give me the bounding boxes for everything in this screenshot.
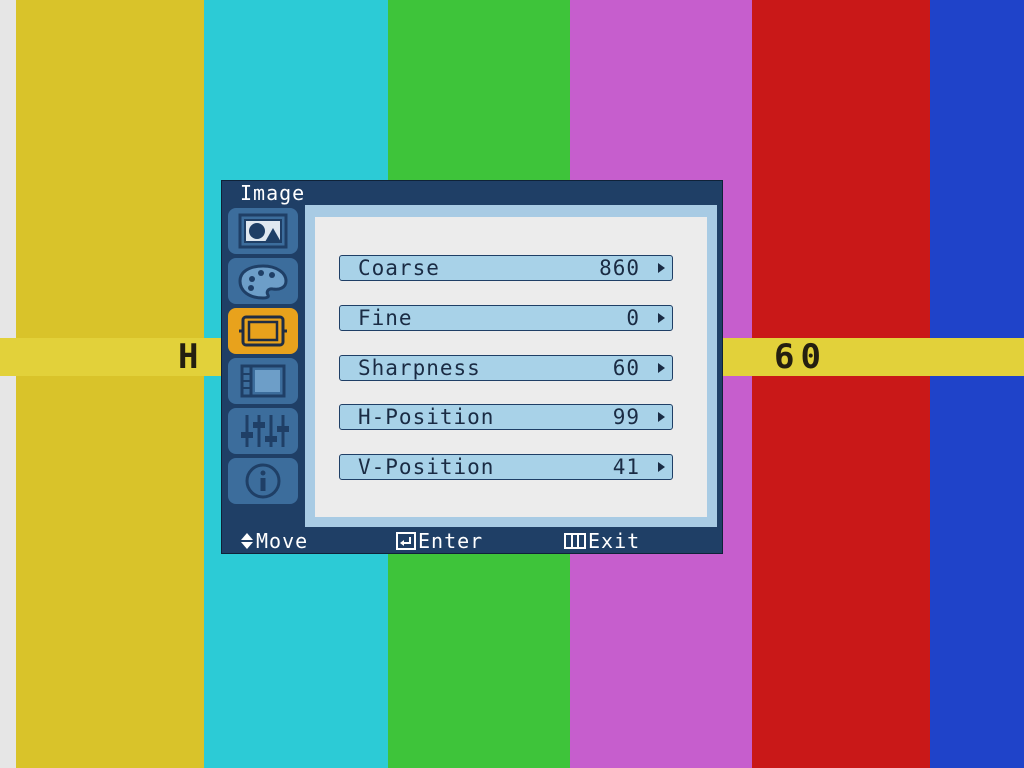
arrow-right-icon [658,412,665,422]
sliders-icon [241,415,289,447]
palette-icon [238,264,288,300]
menu-item-value: 860 [599,256,640,280]
footer-exit: Exit [564,529,640,553]
footer-move-label: Move [256,529,309,553]
menu-item-label: Fine [358,306,413,330]
picture-icon [238,213,288,249]
menu-bars-icon [564,533,586,549]
menu-item-label: V-Position [358,455,495,479]
sidebar-item-osd[interactable] [228,358,298,404]
menu-item-value: 0 [626,306,640,330]
sidebar-item-picture[interactable] [228,208,298,254]
footer-exit-label: Exit [588,529,641,553]
band-left-text: H [178,337,205,377]
sidebar-item-info[interactable] [228,458,298,504]
enter-icon [396,532,416,550]
arrow-right-icon [658,363,665,373]
menu-item-value: 60 [612,356,640,380]
color-bar-yellow [16,0,204,768]
menu-item-fine[interactable]: Fine 0 [339,305,673,331]
color-bar-blue [930,0,1024,768]
info-icon [245,463,281,499]
color-bar-edge-left [0,0,16,768]
footer-enter-label: Enter [418,529,484,553]
menu-item-h-position[interactable]: H-Position 99 [339,404,673,430]
menu-item-label: Coarse [358,256,440,280]
color-bar-red [752,0,930,768]
band-right-text: 60 [774,337,827,377]
menu-item-label: Sharpness [358,356,481,380]
arrow-right-icon [658,263,665,273]
menu-item-sharpness[interactable]: Sharpness 60 [339,355,673,381]
osd-menu: Image Coarse 860 Fine 0 Sharpness 60 H-P… [222,181,722,553]
menu-item-value: 99 [612,405,640,429]
up-down-arrow-icon [241,533,253,549]
arrow-right-icon [658,313,665,323]
footer-move: Move [240,529,308,553]
arrow-right-icon [658,462,665,472]
osd-panel-icon [240,364,286,398]
sidebar-item-setup[interactable] [228,408,298,454]
sidebar-item-image[interactable] [228,308,298,354]
osd-sidebar [224,205,302,527]
osd-title: Image [240,181,306,205]
menu-item-v-position[interactable]: V-Position 41 [339,454,673,480]
osd-footer: Move Enter Exit [222,529,722,553]
image-size-icon [239,315,287,347]
footer-enter: Enter [396,529,483,553]
menu-item-coarse[interactable]: Coarse 860 [339,255,673,281]
menu-item-value: 41 [612,455,640,479]
menu-item-label: H-Position [358,405,495,429]
sidebar-item-color[interactable] [228,258,298,304]
